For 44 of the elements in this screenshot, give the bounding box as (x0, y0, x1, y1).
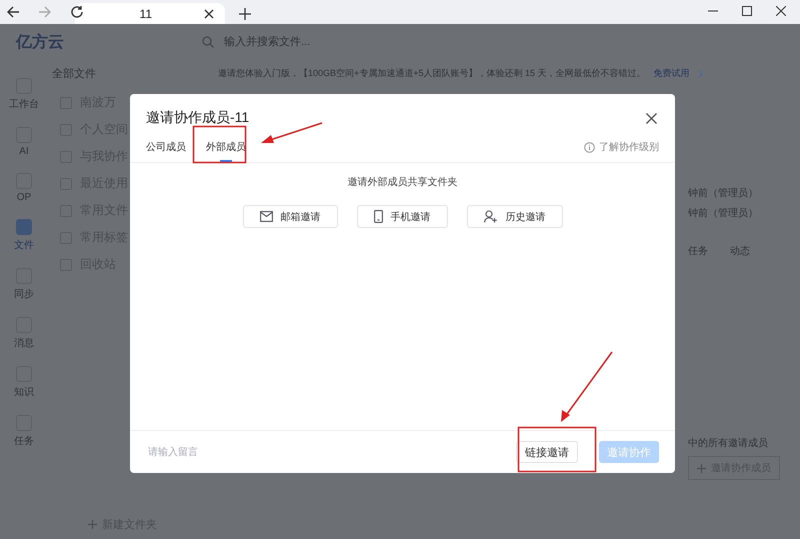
new-tab-icon[interactable] (239, 8, 251, 20)
back-icon[interactable] (6, 5, 20, 19)
arrow (561, 352, 613, 422)
close-icon[interactable] (776, 6, 786, 16)
nav-item[interactable]: 同步 (14, 268, 34, 301)
activity-text: 钟前（管理员） (688, 206, 759, 220)
help-link[interactable]: 了解协作级别 (599, 140, 659, 154)
invite-option-button[interactable]: 邮箱邀请 (242, 205, 338, 228)
maximize-icon[interactable] (742, 6, 752, 16)
plus-icon (88, 520, 97, 529)
plus-icon (697, 464, 706, 472)
invite-option-button[interactable]: 历史邀请 (466, 205, 562, 228)
panel-tab[interactable]: 动态 (730, 244, 750, 258)
reload-icon[interactable] (70, 5, 84, 19)
nav-item[interactable]: 工作台 (9, 78, 39, 111)
invite-option-button[interactable]: 手机邀请 (356, 205, 448, 228)
arrow (261, 122, 322, 143)
app-logo: 亿方云 (16, 32, 64, 52)
activity-text: 钟前（管理员） (688, 186, 759, 200)
sidebar-header: 全部文件 (52, 66, 97, 81)
close-icon[interactable] (204, 8, 214, 18)
dialog-tab[interactable]: 公司成员 (146, 132, 186, 162)
dialog-subtitle: 邀请外部成员共享文件夹 (348, 176, 458, 189)
search-field[interactable]: 输入并搜索文件... (222, 35, 426, 49)
nav-item[interactable]: 任务 (14, 415, 34, 448)
highlight-frame (192, 126, 246, 164)
trial-link[interactable]: 免费试用 (654, 67, 690, 80)
dialog-tab[interactable]: 外部成员 (206, 132, 246, 162)
panel-tab[interactable]: 任务 (688, 244, 708, 258)
envelope-icon (260, 211, 272, 222)
nav-item[interactable]: 消息 (14, 317, 34, 350)
add-user-icon (484, 210, 498, 223)
chevron-right-icon (698, 70, 703, 78)
info-icon (584, 142, 595, 152)
banner-text: 邀请您体验入门版，【100GB空间+专属加速通道+5人团队账号】，体验还剩 15 天，全网最低价不容错过。 (218, 67, 646, 80)
nav-item[interactable]: 知识 (14, 366, 34, 399)
link-invite-button[interactable]: 链接邀请 (516, 441, 578, 463)
close-icon[interactable] (646, 112, 657, 124)
nav-item[interactable]: 文件 (14, 219, 34, 252)
browser-tab[interactable]: 11 (75, 3, 225, 24)
panel-note: 中的所有邀请成员 (688, 436, 769, 450)
dialog-title: 邀请协作成员-11 (146, 109, 250, 127)
phone-icon (374, 210, 382, 223)
search-icon (202, 36, 214, 48)
